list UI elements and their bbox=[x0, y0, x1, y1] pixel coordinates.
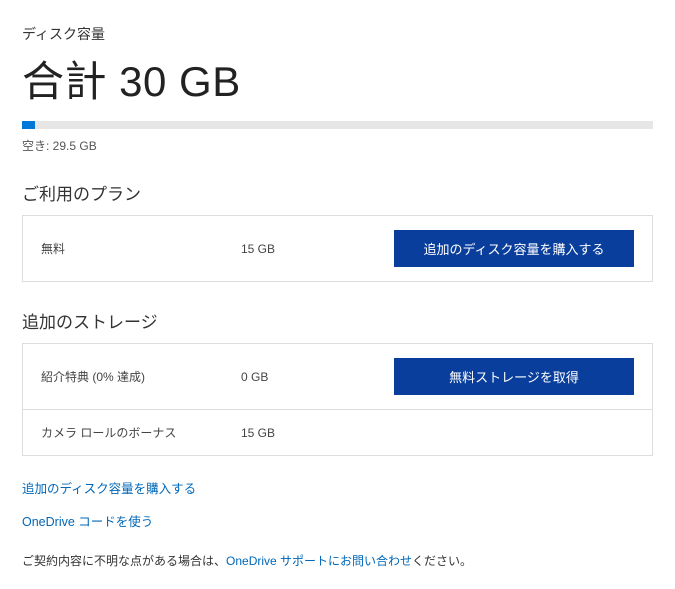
disk-capacity-label: ディスク容量 bbox=[22, 24, 653, 44]
get-free-storage-button[interactable]: 無料ストレージを取得 bbox=[394, 358, 634, 395]
bonus-size: 0 GB bbox=[241, 370, 361, 384]
links-block: 追加のディスク容量を購入する OneDrive コードを使う bbox=[22, 478, 653, 530]
bonus-name: カメラ ロールのボーナス bbox=[41, 424, 241, 441]
support-link[interactable]: OneDrive サポートにお問い合わせ bbox=[226, 554, 412, 568]
plan-size: 15 GB bbox=[241, 242, 361, 256]
table-row: 無料 15 GB 追加のディスク容量を購入する bbox=[23, 216, 652, 281]
buy-more-link[interactable]: 追加のディスク容量を購入する bbox=[22, 478, 653, 497]
table-row: カメラ ロールのボーナス 15 GB bbox=[23, 409, 652, 455]
support-text: ご契約内容に不明な点がある場合は、OneDrive サポートにお問い合わせくださ… bbox=[22, 552, 653, 569]
additional-storage-table: 紹介特典 (0% 達成) 0 GB 無料ストレージを取得 カメラ ロールのボーナ… bbox=[22, 343, 653, 456]
buy-storage-button[interactable]: 追加のディスク容量を購入する bbox=[394, 230, 634, 267]
storage-progress-bar bbox=[22, 121, 653, 129]
plan-name: 無料 bbox=[41, 240, 241, 257]
table-row: 紹介特典 (0% 達成) 0 GB 無料ストレージを取得 bbox=[23, 344, 652, 409]
free-space-text: 空き: 29.5 GB bbox=[22, 137, 653, 154]
use-code-link[interactable]: OneDrive コードを使う bbox=[22, 511, 653, 530]
storage-progress-fill bbox=[22, 121, 35, 129]
additional-storage-title: 追加のストレージ bbox=[22, 308, 653, 333]
bonus-size: 15 GB bbox=[241, 426, 361, 440]
support-prefix: ご契約内容に不明な点がある場合は、 bbox=[22, 554, 226, 568]
support-suffix: ください。 bbox=[412, 554, 472, 568]
total-storage: 合計 30 GB bbox=[22, 48, 653, 109]
bonus-name: 紹介特典 (0% 達成) bbox=[41, 368, 241, 385]
plan-table: 無料 15 GB 追加のディスク容量を購入する bbox=[22, 215, 653, 282]
plan-section-title: ご利用のプラン bbox=[22, 180, 653, 205]
